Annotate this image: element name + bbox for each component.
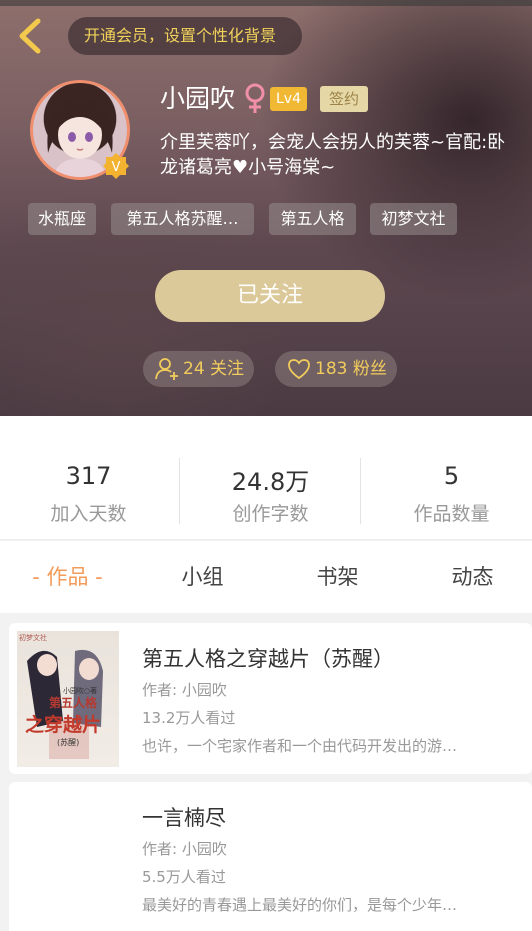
user-bio: 介里芙蓉吖，会宠人会拐人的芙蓉~官配:卧龙诸葛亮♥小号海棠~	[160, 132, 506, 178]
stats-bar: 317 加入天数 24.8万 创作字数 5 作品数量	[0, 416, 532, 540]
following-count-button[interactable]: 24 关注	[143, 351, 254, 387]
female-gender-icon	[245, 83, 265, 113]
tab-bookshelf[interactable]: 书架	[270, 541, 405, 613]
work-description: 也许，一个宅家作者和一个由代码开发出的游…	[142, 737, 458, 755]
svg-text:初梦文社: 初梦文社	[19, 633, 47, 642]
following-count: 24 关注	[183, 359, 245, 379]
divider	[360, 458, 361, 524]
book-cover: 初梦文社 小园吹○著 第五人格 之穿越片 (苏醒)	[17, 631, 119, 767]
svg-text:第五人格: 第五人格	[49, 695, 98, 710]
tab-activity[interactable]: 动态	[405, 541, 532, 613]
signed-badge: 签约	[320, 86, 369, 112]
stat-word-count: 24.8万 创作字数	[182, 416, 359, 540]
stat-label: 作品数量	[413, 503, 490, 525]
work-views: 13.2万人看过	[142, 709, 236, 727]
work-description: 最美好的青春遇上最美好的你们，是每个少年…	[142, 896, 458, 914]
add-user-icon	[155, 358, 178, 380]
heart-icon	[288, 359, 310, 380]
tag-item[interactable]: 第五人格	[269, 203, 356, 235]
vip-upgrade-banner[interactable]: 开通会员，设置个性化背景	[68, 17, 302, 55]
stat-label: 创作字数	[232, 503, 309, 525]
followers-count-button[interactable]: 183 粉丝	[275, 351, 397, 387]
username: 小园吹	[160, 84, 236, 113]
stat-value: 24.8万	[231, 468, 310, 496]
stat-label: 加入天数	[50, 503, 127, 525]
tab-works[interactable]: - 作品 -	[0, 541, 135, 613]
tag-item[interactable]: 第五人格苏醒…	[111, 203, 254, 235]
avatar[interactable]: V	[30, 80, 130, 180]
work-list-item[interactable]: 一言楠尽 作者: 小园吹 5.5万人看过 最美好的青春遇上最美好的你们，是每个少…	[9, 782, 532, 931]
followers-count: 183 粉丝	[315, 359, 387, 379]
svg-text:(苏醒): (苏醒)	[57, 737, 79, 747]
profile-header: 开通会员，设置个性化背景 V 小园吹 Lv4 签约 介里芙蓉吖，会宠人会拐人的芙…	[0, 0, 532, 416]
svg-text:之穿越片: 之穿越片	[25, 713, 101, 736]
work-title: 一言楠尽	[142, 806, 226, 830]
stat-join-days: 317 加入天数	[0, 416, 177, 540]
verified-badge-icon: V	[103, 153, 129, 179]
stat-value: 317	[65, 462, 112, 490]
follow-button[interactable]: 已关注	[155, 270, 385, 322]
work-author: 作者: 小园吹	[142, 681, 227, 699]
tag-item[interactable]: 水瓶座	[28, 203, 96, 235]
work-views: 5.5万人看过	[142, 868, 226, 886]
back-button[interactable]	[12, 18, 48, 54]
chevron-left-icon	[19, 18, 41, 54]
work-author: 作者: 小园吹	[142, 840, 227, 858]
divider	[179, 458, 180, 524]
level-badge: Lv4	[270, 87, 307, 111]
tab-bar: - 作品 - 小组 书架 动态	[0, 541, 532, 613]
work-title: 第五人格之穿越片（苏醒）	[142, 647, 394, 671]
svg-text:小园吹○著: 小园吹○著	[63, 686, 97, 695]
stat-value: 5	[443, 462, 460, 490]
stat-works-count: 5 作品数量	[363, 416, 532, 540]
tag-item[interactable]: 初梦文社	[370, 203, 457, 235]
svg-text:V: V	[112, 160, 121, 175]
work-list-item[interactable]: 初梦文社 小园吹○著 第五人格 之穿越片 (苏醒) 第五人格之穿越片（苏醒） 作…	[9, 623, 532, 774]
tab-groups[interactable]: 小组	[135, 541, 270, 613]
